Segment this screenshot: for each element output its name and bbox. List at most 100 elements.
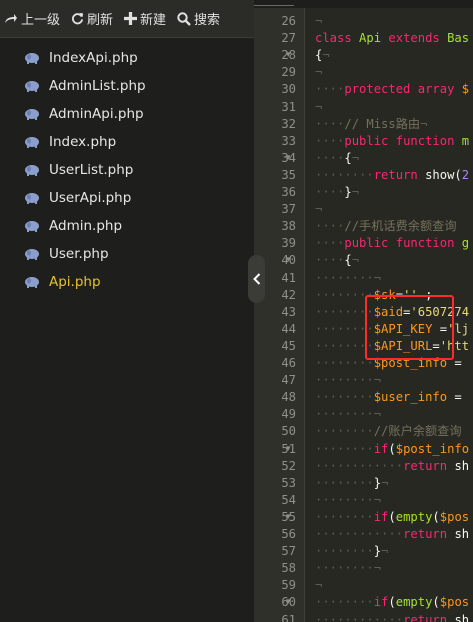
- code-token: g: [461, 236, 470, 251]
- code-token: sh: [454, 458, 470, 473]
- code-token: $pos: [439, 595, 470, 610]
- code-token: '6507274: [410, 304, 470, 319]
- code-line: ····{¬: [315, 252, 359, 269]
- up-level-button[interactable]: 上一级: [4, 9, 60, 28]
- code-token: {: [344, 253, 352, 268]
- code-token: empty: [395, 595, 433, 610]
- code-line: ········$post_info =: [315, 355, 462, 372]
- code-token: array: [417, 82, 462, 97]
- fold-toggle-icon[interactable]: ▾: [286, 594, 296, 611]
- code-line: ········¬: [315, 560, 381, 577]
- line-number: 26: [281, 14, 296, 28]
- code-token: return: [403, 612, 455, 622]
- code-token: $user_info: [373, 390, 448, 405]
- code-line: ········if(empty($pos: [315, 594, 469, 611]
- code-token: 'htt: [439, 338, 470, 353]
- search-icon: [177, 11, 191, 26]
- code-token: ············: [315, 458, 404, 473]
- code-line: ¬: [315, 64, 322, 81]
- php-elephant-icon: [25, 137, 39, 148]
- code-token: ····: [315, 133, 345, 148]
- line-number: 44: [281, 321, 296, 336]
- fold-toggle-icon[interactable]: ▾: [286, 47, 296, 64]
- code-line: ····//手机话费余额查询: [315, 218, 457, 235]
- line-number: 43: [281, 304, 296, 319]
- file-item[interactable]: IndexApi.php: [0, 44, 254, 72]
- code-token: public: [344, 236, 396, 251]
- line-number: 53: [281, 475, 296, 490]
- file-name: AdminApi.php: [49, 106, 144, 122]
- fold-toggle-icon[interactable]: ▾: [286, 150, 296, 167]
- code-token: ········: [315, 304, 374, 319]
- fold-toggle-icon[interactable]: ▾: [286, 252, 296, 269]
- code-token: ········¬: [315, 407, 382, 422]
- file-list: IndexApi.php AdminList.php AdminApi.php …: [0, 44, 254, 296]
- fold-toggle-icon[interactable]: ▾: [286, 441, 296, 458]
- line-number: 56: [281, 527, 296, 541]
- code-token: ¬: [315, 202, 323, 217]
- code-token: ····: [315, 219, 345, 234]
- code-token: ¬: [315, 578, 323, 593]
- file-name: Admin.php: [49, 218, 123, 234]
- code-token: (: [388, 509, 396, 524]
- file-item[interactable]: UserList.php: [0, 156, 254, 184]
- code-token: return: [403, 458, 455, 473]
- search-button[interactable]: 搜索: [177, 9, 220, 28]
- code-token: ¬: [315, 99, 323, 114]
- code-token: 'lj: [447, 321, 470, 336]
- code-line: ····public function m: [315, 133, 469, 150]
- code-line: ············return sh: [315, 526, 469, 543]
- file-item[interactable]: AdminApi.php: [0, 100, 254, 128]
- code-line: ····protected array $: [315, 81, 469, 98]
- code-editor[interactable]: 26 27 28 ▾ 29 30 31 32 33 34 ▾ 35 36 37 38 39 40 ▾ 41 42 43 4…: [254, 0, 473, 622]
- file-item[interactable]: Index.php: [0, 128, 254, 156]
- code-token: return: [373, 167, 426, 182]
- code-token: $aid: [373, 304, 404, 319]
- line-number: 48: [281, 390, 296, 405]
- code-token: $: [461, 82, 470, 97]
- code-token: (: [432, 509, 440, 524]
- code-token: $API_KEY: [373, 321, 433, 336]
- code-token: m: [461, 133, 470, 148]
- code-token: ¬: [351, 185, 360, 199]
- code-token: ····: [315, 185, 345, 199]
- code-token: =: [432, 338, 440, 353]
- code-token: protected: [344, 82, 418, 97]
- file-item[interactable]: AdminList.php: [0, 72, 254, 100]
- collapse-panel-button[interactable]: [248, 255, 265, 303]
- code-token: Api: [359, 31, 389, 46]
- file-item[interactable]: User.php: [0, 240, 254, 268]
- line-number: 52: [281, 458, 296, 473]
- line-number: 31: [281, 99, 296, 114]
- file-name: UserApi.php: [49, 190, 132, 206]
- code-line: ········return show(2: [315, 167, 469, 184]
- code-token: (: [388, 441, 396, 456]
- code-token: '': [403, 287, 418, 302]
- php-elephant-icon: [25, 277, 39, 288]
- line-number: 58: [281, 561, 296, 576]
- file-name: User.php: [49, 246, 109, 262]
- new-button[interactable]: 新建: [124, 9, 166, 28]
- code-line: ····}¬: [315, 184, 359, 201]
- code-token: show(: [425, 167, 462, 182]
- line-number: 61: [281, 612, 296, 622]
- code-token: ········: [315, 595, 374, 610]
- file-name: IndexApi.php: [49, 50, 138, 66]
- code-token: return: [403, 527, 455, 541]
- code-token: ¬: [322, 48, 330, 63]
- refresh-button[interactable]: 刷新: [71, 9, 113, 28]
- line-number: 36: [281, 185, 296, 199]
- code-token: }: [373, 544, 382, 559]
- code-line: {¬: [315, 47, 330, 64]
- code-token: {: [344, 150, 352, 165]
- code-token: ········¬: [315, 492, 382, 507]
- file-item-active[interactable]: Api.php: [0, 268, 254, 296]
- code-line: ········$aid='6507274: [315, 304, 469, 321]
- file-item[interactable]: UserApi.php: [0, 184, 254, 212]
- fold-toggle-icon[interactable]: ▾: [286, 509, 296, 526]
- code-line: ····{¬: [315, 150, 359, 167]
- file-item[interactable]: Admin.php: [0, 212, 254, 240]
- code-line: ········if(empty($pos: [315, 509, 469, 526]
- code-token: //账户余额查询: [373, 424, 462, 439]
- editor-tab-strip: [254, 0, 473, 8]
